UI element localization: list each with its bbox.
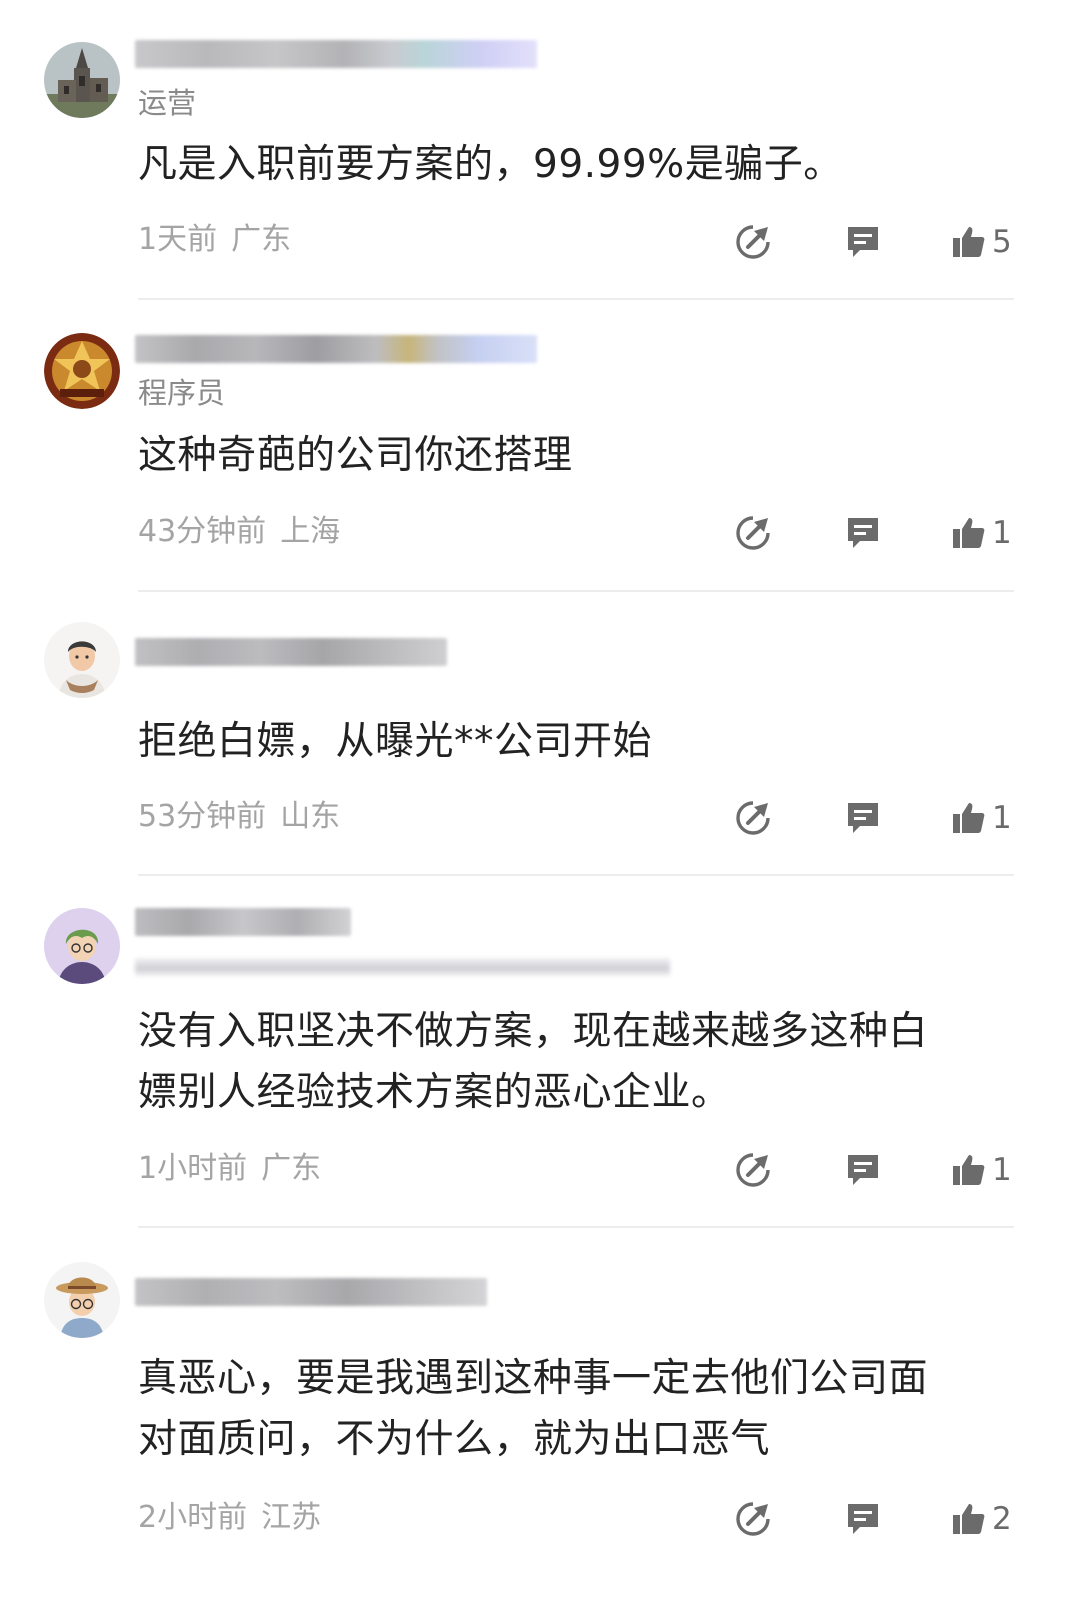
username-redacted: [135, 908, 351, 936]
like-button[interactable]: 5: [950, 222, 1012, 262]
hat-glasses-avatar-icon: [44, 1262, 120, 1338]
like-button[interactable]: 1: [950, 1150, 1012, 1190]
username-redacted: [135, 1278, 487, 1306]
share-icon: [736, 1502, 770, 1536]
thumbs-up-icon: [953, 1504, 985, 1534]
reply-icon: [848, 1504, 878, 1534]
comment-location: 广东: [261, 1151, 322, 1186]
comment-line: 没有入职坚决不做方案，现在越来越多这种白: [138, 1009, 929, 1054]
divider: [138, 590, 1014, 592]
like-count: 2: [992, 1501, 1012, 1537]
comment-line: 嫖别人经验技术方案的恶心企业。: [138, 1070, 731, 1115]
share-icon: [736, 801, 770, 835]
comment-content: 没有入职坚决不做方案，现在越来越多这种白 嫖别人经验技术方案的恶心企业。: [138, 1001, 1028, 1123]
comment-location: 上海: [280, 514, 341, 549]
thumbs-up-icon: [953, 803, 985, 833]
comment-time: 53分钟前: [138, 799, 267, 834]
thumbs-up-icon: [953, 518, 985, 548]
user-role: 运营: [138, 86, 197, 120]
comment-meta: 53分钟前 山东: [138, 799, 340, 835]
man-scarf-avatar-icon: [44, 622, 120, 698]
reply-button[interactable]: [844, 798, 882, 838]
like-count: 1: [992, 800, 1012, 836]
divider: [138, 1226, 1014, 1228]
thumbs-up-icon: [953, 1155, 985, 1185]
user-info-redacted: [135, 958, 670, 976]
username-redacted: [135, 335, 537, 363]
like-button[interactable]: 1: [950, 798, 1012, 838]
comment-meta: 1小时前 广东: [138, 1151, 321, 1187]
reply-button[interactable]: [844, 222, 882, 262]
comment-content: 这种奇葩的公司你还搭理: [138, 433, 573, 478]
comment-time: 43分钟前: [138, 514, 267, 549]
share-button[interactable]: [734, 513, 772, 553]
comment-actions: 1: [730, 798, 1020, 838]
reply-icon: [848, 803, 878, 833]
comment-location: 山东: [280, 799, 341, 834]
like-count: 5: [992, 224, 1012, 260]
avatar[interactable]: [44, 622, 120, 698]
reply-icon: [848, 518, 878, 548]
comment-actions: 1: [730, 1150, 1020, 1190]
gold-crest-avatar-icon: [44, 333, 120, 409]
like-button[interactable]: 2: [950, 1499, 1012, 1539]
avatar[interactable]: [44, 908, 120, 984]
like-count: 1: [992, 1152, 1012, 1188]
share-button[interactable]: [734, 222, 772, 262]
avatar[interactable]: [44, 1262, 120, 1338]
divider: [138, 874, 1014, 876]
user-role: 程序员: [138, 376, 226, 410]
reply-button[interactable]: [844, 1150, 882, 1190]
share-icon: [736, 516, 770, 550]
share-button[interactable]: [734, 798, 772, 838]
green-hair-avatar-icon: [44, 908, 120, 984]
reply-button[interactable]: [844, 1499, 882, 1539]
username-redacted: [135, 40, 537, 68]
comment-time: 1天前: [138, 222, 218, 257]
reply-button[interactable]: [844, 513, 882, 553]
comment-meta: 1天前 广东: [138, 222, 291, 258]
avatar[interactable]: [44, 333, 120, 409]
thumbs-up-icon: [953, 227, 985, 257]
reply-icon: [848, 227, 878, 257]
comment-content: 凡是入职前要方案的，99.99%是骗子。: [138, 142, 843, 187]
comment-line: 对面质问，不为什么，就为出口恶气: [138, 1417, 771, 1462]
church-avatar-icon: [44, 42, 120, 118]
username-redacted: [135, 638, 447, 666]
comment-time: 1小时前: [138, 1151, 248, 1186]
comment-location: 广东: [231, 222, 292, 257]
comment-meta: 2小时前 江苏: [138, 1500, 321, 1536]
comment-content: 拒绝白嫖，从曝光**公司开始: [138, 719, 653, 764]
comment-line: 真恶心，要是我遇到这种事一定去他们公司面: [138, 1356, 929, 1401]
reply-icon: [848, 1155, 878, 1185]
divider: [138, 298, 1014, 300]
like-count: 1: [992, 515, 1012, 551]
share-button[interactable]: [734, 1499, 772, 1539]
comment-actions: 5: [730, 222, 1020, 262]
like-button[interactable]: 1: [950, 513, 1012, 553]
avatar[interactable]: [44, 42, 120, 118]
share-icon: [736, 225, 770, 259]
comment-actions: 2: [730, 1499, 1020, 1539]
comment-actions: 1: [730, 513, 1020, 553]
comment-meta: 43分钟前 上海: [138, 514, 340, 550]
comment-time: 2小时前: [138, 1500, 248, 1535]
comment-content: 真恶心，要是我遇到这种事一定去他们公司面 对面质问，不为什么，就为出口恶气: [138, 1348, 1028, 1470]
share-icon: [736, 1153, 770, 1187]
share-button[interactable]: [734, 1150, 772, 1190]
comment-location: 江苏: [261, 1500, 322, 1535]
